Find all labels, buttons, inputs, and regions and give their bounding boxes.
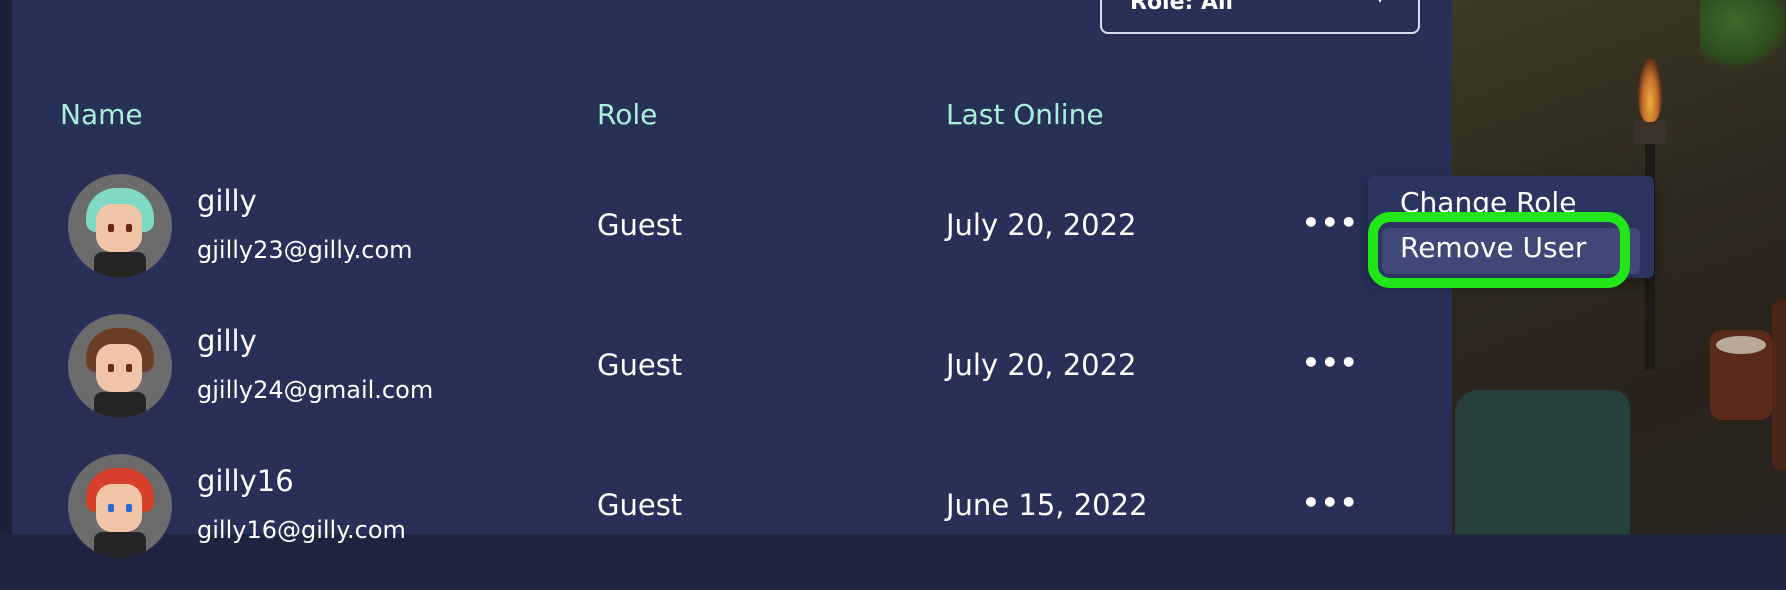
user-email: gjilly24@gmail.com bbox=[197, 376, 434, 404]
user-name: gilly bbox=[197, 184, 257, 218]
sofa bbox=[1455, 390, 1630, 534]
table-row: gilly16 gilly16@gilly.com Guest June 15,… bbox=[12, 450, 1452, 590]
column-header-last-online[interactable]: Last Online bbox=[946, 98, 1104, 131]
drum bbox=[1710, 330, 1772, 420]
user-name: gilly bbox=[197, 324, 257, 358]
user-email: gjilly23@gilly.com bbox=[197, 236, 413, 264]
user-email: gilly16@gilly.com bbox=[197, 516, 406, 544]
avatar bbox=[68, 174, 172, 278]
user-role: Guest bbox=[597, 208, 683, 242]
torch-cup bbox=[1633, 120, 1667, 144]
user-context-menu: Change Role Remove User bbox=[1368, 176, 1654, 278]
role-filter-label: Role: All bbox=[1130, 0, 1234, 15]
user-name: gilly16 bbox=[197, 464, 294, 498]
user-last-online: June 15, 2022 bbox=[946, 488, 1148, 522]
avatar bbox=[68, 314, 172, 418]
avatar bbox=[68, 454, 172, 558]
drum-tall bbox=[1772, 300, 1786, 470]
torch-flame bbox=[1638, 58, 1662, 122]
more-options-button[interactable]: ••• bbox=[1302, 486, 1359, 519]
table-row: gilly gjilly24@gmail.com Guest July 20, … bbox=[12, 310, 1452, 450]
user-role: Guest bbox=[597, 348, 683, 382]
user-last-online: July 20, 2022 bbox=[946, 348, 1137, 382]
menu-item-change-role[interactable]: Change Role bbox=[1400, 186, 1576, 219]
user-role: Guest bbox=[597, 488, 683, 522]
chevron-down-icon: ▾ bbox=[1376, 0, 1384, 7]
left-edge bbox=[0, 0, 12, 534]
role-filter-select[interactable]: Role: All ▾ bbox=[1100, 0, 1420, 34]
more-options-button[interactable]: ••• bbox=[1302, 346, 1359, 379]
menu-item-remove-user[interactable]: Remove User bbox=[1400, 231, 1586, 264]
column-header-name[interactable]: Name bbox=[60, 98, 143, 131]
more-options-button[interactable]: ••• bbox=[1302, 206, 1359, 239]
user-last-online: July 20, 2022 bbox=[946, 208, 1137, 242]
plant-leaves bbox=[1700, 0, 1786, 70]
column-header-role[interactable]: Role bbox=[597, 98, 657, 131]
table-row: gilly gjilly23@gilly.com Guest July 20, … bbox=[12, 170, 1452, 310]
